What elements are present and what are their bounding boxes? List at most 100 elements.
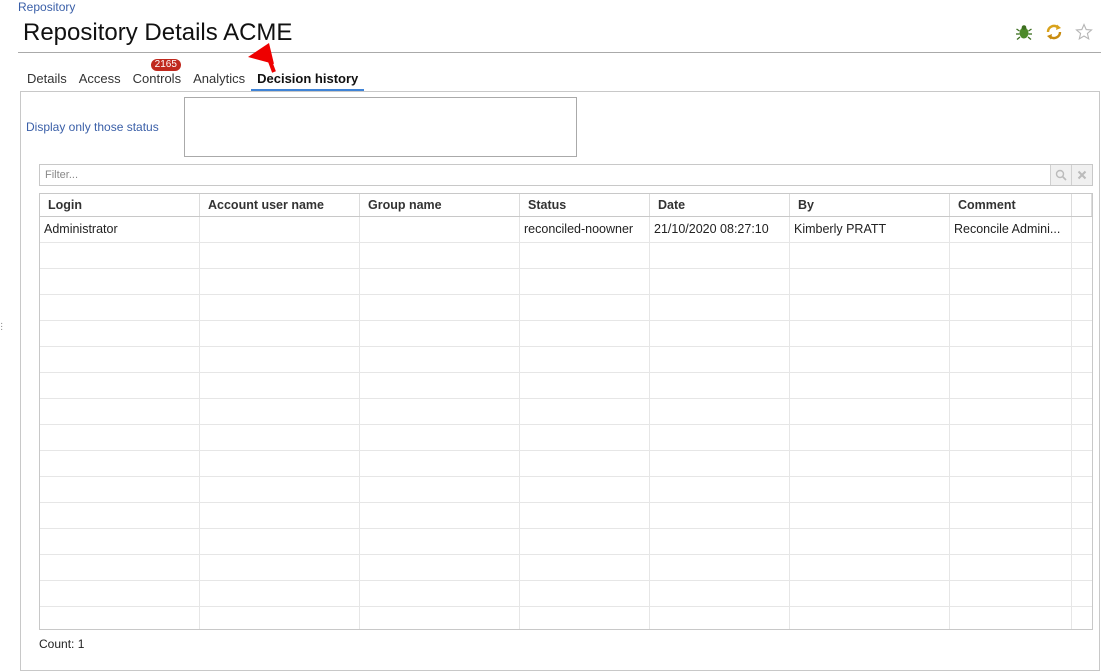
empty-cell — [520, 321, 650, 346]
empty-cell — [520, 581, 650, 606]
empty-cell — [650, 529, 790, 554]
cell-login: Administrator — [40, 217, 200, 242]
cell-comment: Reconcile Admini... — [950, 217, 1072, 242]
header-actions — [1014, 22, 1094, 42]
empty-cell — [790, 373, 950, 398]
tab-label: Controls — [132, 71, 182, 86]
empty-cell — [1072, 373, 1092, 398]
empty-cell — [200, 321, 360, 346]
empty-rows — [40, 243, 1092, 629]
column-header-account-user-name[interactable]: Account user name — [200, 194, 360, 216]
tab-details[interactable]: Details — [21, 70, 73, 92]
empty-cell — [200, 243, 360, 268]
empty-cell — [200, 373, 360, 398]
empty-cell — [40, 269, 200, 294]
empty-cell — [790, 451, 950, 476]
empty-cell — [40, 373, 200, 398]
empty-table-row — [40, 373, 1092, 399]
column-header-filler — [1072, 194, 1092, 216]
empty-cell — [1072, 399, 1092, 424]
empty-cell — [1072, 529, 1092, 554]
status-multiselect[interactable] — [184, 97, 577, 157]
empty-cell — [360, 581, 520, 606]
empty-cell — [950, 243, 1072, 268]
empty-cell — [40, 503, 200, 528]
empty-cell — [360, 399, 520, 424]
tab-controls[interactable]: 2165 Controls — [127, 59, 187, 92]
decision-history-table: Login Account user name Group name Statu… — [39, 193, 1093, 630]
empty-cell — [650, 373, 790, 398]
tab-analytics[interactable]: Analytics — [187, 70, 251, 92]
empty-cell — [520, 373, 650, 398]
empty-cell — [360, 607, 520, 629]
breadcrumb[interactable]: Repository — [18, 0, 75, 14]
empty-cell — [1072, 425, 1092, 450]
empty-cell — [650, 321, 790, 346]
empty-table-row — [40, 269, 1092, 295]
tab-label: Analytics — [193, 71, 246, 86]
table-row[interactable]: Administrator reconciled-noowner 21/10/2… — [40, 217, 1092, 243]
bug-icon[interactable] — [1014, 22, 1034, 42]
column-header-comment[interactable]: Comment — [950, 194, 1072, 216]
empty-cell — [40, 581, 200, 606]
empty-table-row — [40, 347, 1092, 373]
empty-cell — [360, 243, 520, 268]
empty-table-row — [40, 295, 1092, 321]
empty-cell — [200, 477, 360, 502]
empty-cell — [650, 399, 790, 424]
column-header-status[interactable]: Status — [520, 194, 650, 216]
empty-cell — [790, 321, 950, 346]
empty-cell — [360, 451, 520, 476]
empty-cell — [40, 295, 200, 320]
column-header-group-name[interactable]: Group name — [360, 194, 520, 216]
cell-status: reconciled-noowner — [520, 217, 650, 242]
empty-cell — [40, 243, 200, 268]
star-icon[interactable] — [1074, 22, 1094, 42]
column-header-date[interactable]: Date — [650, 194, 790, 216]
empty-cell — [650, 581, 790, 606]
empty-cell — [790, 555, 950, 580]
empty-cell — [360, 321, 520, 346]
empty-cell — [200, 269, 360, 294]
empty-cell — [360, 503, 520, 528]
empty-cell — [200, 503, 360, 528]
search-button[interactable] — [1050, 165, 1071, 185]
empty-cell — [790, 581, 950, 606]
empty-cell — [790, 399, 950, 424]
empty-cell — [1072, 243, 1092, 268]
title-divider — [18, 52, 1101, 53]
column-header-by[interactable]: By — [790, 194, 950, 216]
empty-table-row — [40, 477, 1092, 503]
empty-cell — [520, 399, 650, 424]
empty-cell — [950, 529, 1072, 554]
empty-cell — [650, 477, 790, 502]
filter-input[interactable] — [40, 165, 1050, 185]
tab-bar: Details Access 2165 Controls Analytics D… — [21, 59, 365, 92]
empty-cell — [950, 399, 1072, 424]
clear-filter-button[interactable] — [1071, 165, 1092, 185]
empty-cell — [1072, 503, 1092, 528]
column-header-login[interactable]: Login — [40, 194, 200, 216]
empty-cell — [790, 607, 950, 629]
status-filter-label: Display only those status — [26, 120, 159, 134]
empty-cell — [950, 425, 1072, 450]
empty-cell — [950, 503, 1072, 528]
filter-bar — [39, 164, 1093, 186]
empty-cell — [520, 243, 650, 268]
empty-cell — [650, 451, 790, 476]
empty-cell — [200, 555, 360, 580]
empty-cell — [520, 477, 650, 502]
resize-handle[interactable]: · · · — [0, 319, 3, 335]
empty-cell — [1072, 295, 1092, 320]
empty-cell — [650, 269, 790, 294]
empty-cell — [790, 269, 950, 294]
refresh-icon[interactable] — [1044, 22, 1064, 42]
empty-cell — [200, 607, 360, 629]
empty-cell — [520, 295, 650, 320]
empty-table-row — [40, 425, 1092, 451]
empty-cell — [520, 607, 650, 629]
cell-by: Kimberly PRATT — [790, 217, 950, 242]
tab-access[interactable]: Access — [73, 70, 127, 92]
empty-cell — [200, 529, 360, 554]
empty-cell — [40, 425, 200, 450]
